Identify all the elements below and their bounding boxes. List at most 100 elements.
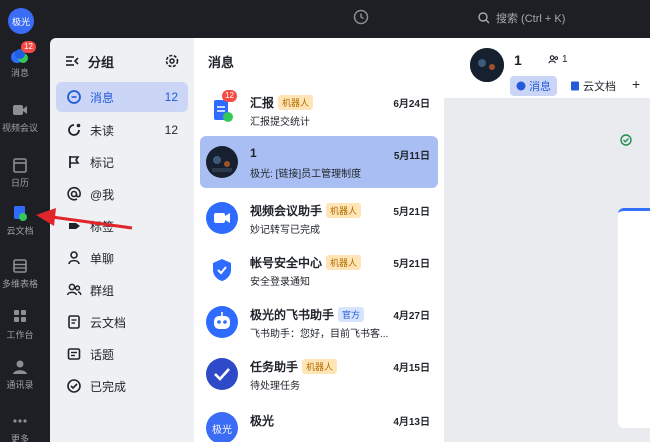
chat-name: 汇报: [250, 96, 275, 110]
chat-name: 任务助手: [250, 360, 299, 374]
avatar: 极光: [206, 412, 238, 442]
search-placeholder: 搜索 (Ctrl + K): [496, 13, 566, 25]
user-avatar[interactable]: 极光: [8, 8, 34, 34]
doc-icon: [571, 81, 579, 91]
chat-date: 4月13日: [393, 417, 430, 428]
chat-pane: 1 1 消息 云文档 +: [444, 38, 650, 442]
avatar: [206, 146, 238, 178]
chat-title: 1: [514, 52, 522, 68]
person-icon: [68, 251, 80, 265]
collapse-panel-icon[interactable]: [64, 53, 80, 69]
read-check-icon: [620, 134, 632, 146]
calendar-icon: [13, 158, 27, 173]
group-item-done[interactable]: 已完成: [56, 371, 188, 401]
rail-item-cloud-docs[interactable]: 云文档: [0, 204, 40, 248]
chat-icon: [67, 90, 81, 104]
chat-item-jiguang[interactable]: 极光 极光 4月13日: [200, 402, 438, 442]
at-icon: [67, 186, 81, 201]
group-panel: 分组 消息 12 未读 12 标记 @我 标签 单聊 群组 云文档 话题 已完成: [50, 38, 194, 442]
messages-badge: 12: [21, 41, 36, 53]
tab-messages[interactable]: 消息: [510, 76, 557, 96]
chat-header: 1 1 消息 云文档 +: [444, 38, 650, 98]
group-item-docs[interactable]: 云文档: [56, 307, 188, 337]
chat-preview: 汇报提交统计: [250, 117, 310, 128]
group-item-topics[interactable]: 话题: [56, 339, 188, 369]
group-item-flagged[interactable]: 标记: [56, 147, 188, 177]
gear-icon[interactable]: [164, 53, 180, 69]
avatar: [206, 358, 238, 390]
history-icon[interactable]: [352, 8, 370, 26]
chat-preview: 妙记转写已完成: [250, 225, 320, 236]
group-count: 12: [164, 123, 178, 137]
chat-icon: [516, 81, 526, 91]
chat-item-video-assistant[interactable]: 视频会议助手 机器人 5月21日 妙记转写已完成: [200, 192, 438, 244]
avatar: [206, 254, 238, 286]
rail-item-calendar[interactable]: 日历: [0, 156, 40, 200]
tag-icon: [69, 223, 80, 229]
chat-item-task-assistant[interactable]: 任务助手 机器人 4月15日 待处理任务: [200, 348, 438, 400]
left-nav-rail: 极光 12 消息 视频会议 日历 云文档 多维表格 工作台 通讯录 更多: [0, 0, 50, 442]
robot-icon: [206, 306, 238, 338]
chat-item-account-security[interactable]: 帐号安全中心 机器人 5月21日 安全登录通知: [200, 244, 438, 296]
more-icon: [13, 419, 27, 423]
unread-icon: [68, 123, 81, 136]
contacts-icon: [13, 360, 27, 374]
doc-card[interactable]: [618, 208, 650, 428]
group-panel-title: 分组: [88, 54, 115, 70]
task-check-icon: [206, 358, 238, 390]
chat-date: 5月21日: [393, 207, 430, 218]
shield-icon: [206, 254, 238, 286]
group-item-direct[interactable]: 单聊: [56, 243, 188, 273]
group-item-unread[interactable]: 未读 12: [56, 115, 188, 145]
rail-item-video-meeting[interactable]: 视频会议: [0, 101, 40, 145]
app-grid-icon: [14, 310, 26, 322]
unread-badge: 12: [222, 90, 237, 102]
group-item-messages[interactable]: 消息 12: [56, 82, 188, 112]
chat-date: 5月11日: [393, 151, 430, 162]
feishu-window: 搜索 (Ctrl + K) 极光 12 消息 视频会议 日历 云文档 多维表格 …: [0, 0, 650, 442]
tab-docs[interactable]: 云文档: [564, 76, 622, 96]
chat-preview: 安全登录通知: [250, 277, 310, 288]
group-panel-header: 分组: [64, 51, 188, 71]
member-count[interactable]: 1: [548, 54, 568, 65]
chat-preview: 待处理任务: [250, 381, 300, 392]
group-item-tags[interactable]: 标签: [56, 211, 188, 241]
avatar: [206, 202, 238, 234]
bot-tag: 机器人: [302, 359, 338, 374]
group-item-mentions[interactable]: @我: [56, 179, 188, 209]
chat-item-1[interactable]: 1 5月11日 极光: [链接]员工管理制度: [200, 136, 438, 188]
rail-item-base[interactable]: 多维表格: [0, 257, 40, 301]
group-icon: [66, 283, 82, 296]
add-tab-button[interactable]: +: [632, 76, 640, 92]
chat-date: 4月15日: [393, 363, 430, 374]
rail-item-messages[interactable]: 12 消息: [0, 41, 40, 90]
rail-item-workplace[interactable]: 工作台: [0, 308, 40, 352]
bot-tag: 机器人: [326, 203, 362, 218]
search-box[interactable]: 搜索 (Ctrl + K): [478, 8, 565, 28]
chat-name: 极光的飞书助手: [250, 308, 335, 322]
chat-name: 帐号安全中心: [250, 256, 323, 270]
video-camera-icon: [13, 105, 27, 115]
chat-date: 5月21日: [393, 259, 430, 270]
chat-preview: 飞书助手：您好，目前飞书客...: [250, 329, 389, 340]
message-list: 消息 12 汇报 机器人 6月24日 汇报提交统计 1 5月11日 极光: [链接…: [194, 38, 444, 442]
chat-name: 极光: [250, 414, 275, 428]
rail-item-more[interactable]: 更多: [0, 412, 40, 442]
chat-item-feishu-assistant[interactable]: 极光的飞书助手 官方 4月27日 飞书助手：您好，目前飞书客...: [200, 296, 438, 348]
bot-tag: 机器人: [278, 95, 314, 110]
chat-preview: 极光: [链接]员工管理制度: [250, 169, 362, 180]
official-tag: 官方: [338, 307, 365, 322]
topic-icon: [67, 348, 81, 360]
avatar: [470, 48, 504, 82]
rail-item-contacts[interactable]: 通讯录: [0, 358, 40, 402]
group-item-groups[interactable]: 群组: [56, 275, 188, 305]
base-table-icon: [13, 259, 27, 273]
chat-item-report[interactable]: 12 汇报 机器人 6月24日 汇报提交统计: [200, 84, 438, 136]
cloud-doc-icon: [14, 206, 27, 221]
flag-icon: [69, 156, 80, 168]
search-icon: [478, 12, 490, 24]
member-icon: [548, 55, 559, 64]
avatar: [206, 306, 238, 338]
chat-date: 4月27日: [393, 311, 430, 322]
bot-tag: 机器人: [326, 255, 362, 270]
